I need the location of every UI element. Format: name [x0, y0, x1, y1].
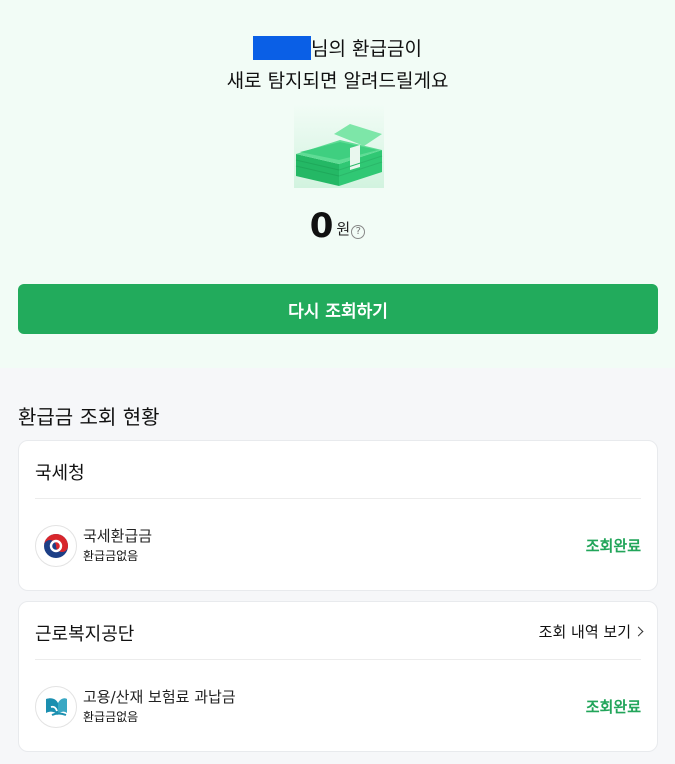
hero-section: 님의 환급금이 새로 탐지되면 알려드릴게요 0 원? 다시 조회하기 — [0, 0, 675, 368]
item-title: 국세환급금 — [83, 527, 153, 545]
taegeuk-logo-icon — [35, 525, 77, 567]
view-history-link[interactable]: 조회 내역 보기 — [538, 621, 644, 642]
redacted-name — [253, 36, 312, 60]
section-title: 환급금 조회 현황 — [18, 405, 160, 429]
headline-suffix: 님의 환급금이 — [311, 38, 422, 60]
list-item[interactable]: 고용/산재 보험료 과납금 환급금없음 조회완료 — [35, 684, 641, 728]
headline-line-1: 님의 환급금이 — [0, 33, 675, 65]
headline: 님의 환급금이 새로 탐지되면 알려드릴게요 — [0, 33, 675, 97]
status-label: 조회완료 — [585, 537, 641, 555]
view-history-label: 조회 내역 보기 — [538, 623, 631, 641]
refund-amount: 0 원? — [0, 206, 675, 246]
amount-value: 0 — [309, 206, 334, 246]
status-label: 조회완료 — [585, 698, 641, 716]
list-item[interactable]: 국세환급금 환급금없음 조회완료 — [35, 523, 641, 567]
card-header: 국세청 — [35, 457, 641, 499]
comwel-logo-icon — [35, 686, 77, 728]
help-icon[interactable]: ? — [351, 225, 366, 239]
card-header: 근로복지공단 조회 내역 보기 — [35, 618, 644, 660]
amount-unit: 원 — [336, 220, 351, 238]
item-title: 고용/산재 보험료 과납금 — [83, 688, 236, 706]
item-subtitle: 환급금없음 — [83, 549, 139, 563]
retry-lookup-button[interactable]: 다시 조회하기 — [18, 284, 658, 334]
card-comwel: 근로복지공단 조회 내역 보기 고용/산재 보험료 과납금 환급금없음 조회완료 — [18, 601, 658, 752]
card-title: 국세청 — [35, 463, 85, 484]
item-subtitle: 환급금없음 — [83, 710, 139, 724]
card-title: 근로복지공단 — [35, 624, 135, 645]
card-nts: 국세청 국세환급금 환급금없음 조회완료 — [18, 440, 658, 591]
chevron-right-icon — [633, 626, 644, 637]
money-stack-icon — [294, 104, 384, 188]
headline-line-2: 새로 탐지되면 알려드릴게요 — [226, 70, 449, 92]
